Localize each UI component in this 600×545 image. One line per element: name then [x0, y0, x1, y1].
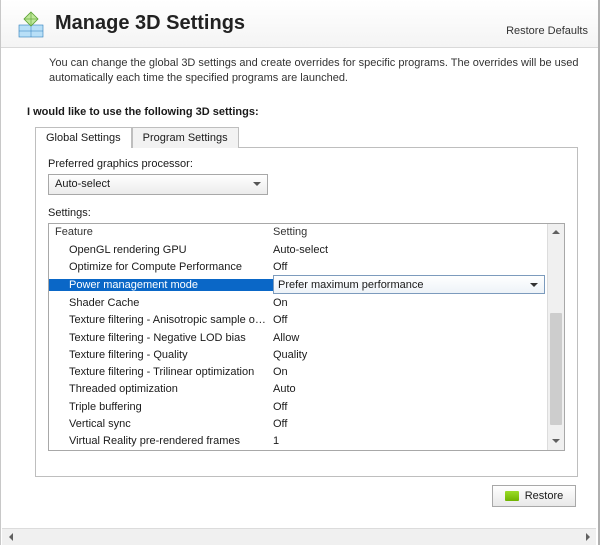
footer-button-row: Restore — [1, 477, 598, 507]
scroll-down-button[interactable] — [548, 433, 564, 450]
settings-row[interactable]: Vertical syncOff — [49, 415, 547, 432]
settings-vertical-scrollbar[interactable] — [547, 224, 564, 450]
settings-row-feature: Power management mode — [49, 279, 273, 291]
chevron-right-icon — [586, 533, 590, 541]
settings-row-feature: Shader Cache — [55, 297, 273, 309]
settings-row-feature: Texture filtering - Negative LOD bias — [55, 332, 273, 344]
settings-row[interactable]: Triple bufferingOff — [49, 398, 547, 415]
restore-button[interactable]: Restore — [492, 485, 576, 507]
settings-row-value-dropdown[interactable]: Prefer maximum performance — [273, 275, 545, 294]
preferred-processor-label: Preferred graphics processor: — [48, 158, 565, 170]
scroll-left-button[interactable] — [2, 529, 19, 545]
scroll-right-button[interactable] — [579, 529, 596, 545]
settings-row-value: Auto-select — [273, 244, 547, 256]
settings-row-feature: Texture filtering - Trilinear optimizati… — [55, 366, 273, 378]
scroll-thumb[interactable] — [550, 313, 562, 425]
settings-row[interactable]: Texture filtering - Trilinear optimizati… — [49, 363, 547, 380]
settings-row-value: Allow — [273, 332, 547, 344]
chevron-up-icon — [552, 230, 560, 234]
settings-row-value: Off — [273, 401, 547, 413]
column-header-feature: Feature — [55, 226, 273, 238]
settings-row[interactable]: Shader CacheOn — [49, 294, 547, 311]
settings-row[interactable]: Virtual Reality pre-rendered frames1 — [49, 432, 547, 449]
manage-3d-icon — [15, 9, 47, 41]
settings-row-value: Off — [273, 261, 547, 273]
intro-text: You can change the global 3D settings an… — [1, 48, 598, 92]
settings-row[interactable]: Optimize for Compute PerformanceOff — [49, 258, 547, 275]
scroll-up-button[interactable] — [548, 224, 564, 241]
settings-row-feature: Optimize for Compute Performance — [55, 261, 273, 273]
preferred-processor-select[interactable]: Auto-select — [48, 174, 268, 195]
settings-row-feature: Triple buffering — [55, 401, 273, 413]
restore-defaults-link[interactable]: Restore Defaults — [506, 25, 588, 41]
settings-listbox: Feature Setting OpenGL rendering GPUAuto… — [48, 223, 565, 451]
tabs-container: Global Settings Program Settings Preferr… — [35, 126, 578, 477]
settings-row[interactable]: OpenGL rendering GPUAuto-select — [49, 241, 547, 258]
tab-row: Global Settings Program Settings — [35, 126, 578, 147]
settings-row[interactable]: Texture filtering - Negative LOD biasAll… — [49, 329, 547, 346]
chevron-left-icon — [9, 533, 13, 541]
settings-row-value: Off — [273, 418, 547, 430]
prompt-text: I would like to use the following 3D set… — [1, 92, 598, 126]
settings-row-feature: Vertical sync — [55, 418, 273, 430]
tab-program-settings[interactable]: Program Settings — [132, 127, 239, 148]
tab-global-settings[interactable]: Global Settings — [35, 127, 132, 148]
preferred-processor-value: Auto-select — [55, 178, 110, 190]
settings-row-value: 1 — [273, 435, 547, 447]
page-title: Manage 3D Settings — [55, 7, 506, 41]
settings-row[interactable]: Threaded optimizationAuto — [49, 381, 547, 398]
column-header-setting: Setting — [273, 226, 547, 238]
settings-grid-header: Feature Setting — [49, 224, 547, 241]
settings-label: Settings: — [48, 207, 565, 219]
chevron-down-icon — [552, 439, 560, 443]
settings-row[interactable]: Texture filtering - QualityQuality — [49, 346, 547, 363]
header-bar: Manage 3D Settings Restore Defaults — [1, 0, 598, 48]
settings-row-feature: Texture filtering - Anisotropic sample o… — [55, 314, 273, 326]
nvidia-icon — [505, 491, 519, 501]
settings-row-value: Off — [273, 314, 547, 326]
settings-row-feature: Virtual Reality pre-rendered frames — [55, 435, 273, 447]
settings-row-value: On — [273, 297, 547, 309]
tab-panel-global: Preferred graphics processor: Auto-selec… — [35, 147, 578, 477]
settings-row-feature: Texture filtering - Quality — [55, 349, 273, 361]
settings-row[interactable]: Texture filtering - Anisotropic sample o… — [49, 312, 547, 329]
settings-row[interactable]: Power management modePrefer maximum perf… — [49, 275, 547, 294]
settings-row-feature: Threaded optimization — [55, 383, 273, 395]
settings-grid[interactable]: Feature Setting OpenGL rendering GPUAuto… — [49, 224, 547, 450]
settings-row-feature: OpenGL rendering GPU — [55, 244, 273, 256]
settings-row-value: On — [273, 366, 547, 378]
settings-row-value: Auto — [273, 383, 547, 395]
page-horizontal-scrollbar[interactable] — [2, 528, 596, 545]
scroll-track[interactable] — [548, 241, 564, 433]
settings-row-value: Quality — [273, 349, 547, 361]
restore-button-label: Restore — [525, 490, 564, 502]
settings-panel: Manage 3D Settings Restore Defaults You … — [0, 0, 600, 545]
